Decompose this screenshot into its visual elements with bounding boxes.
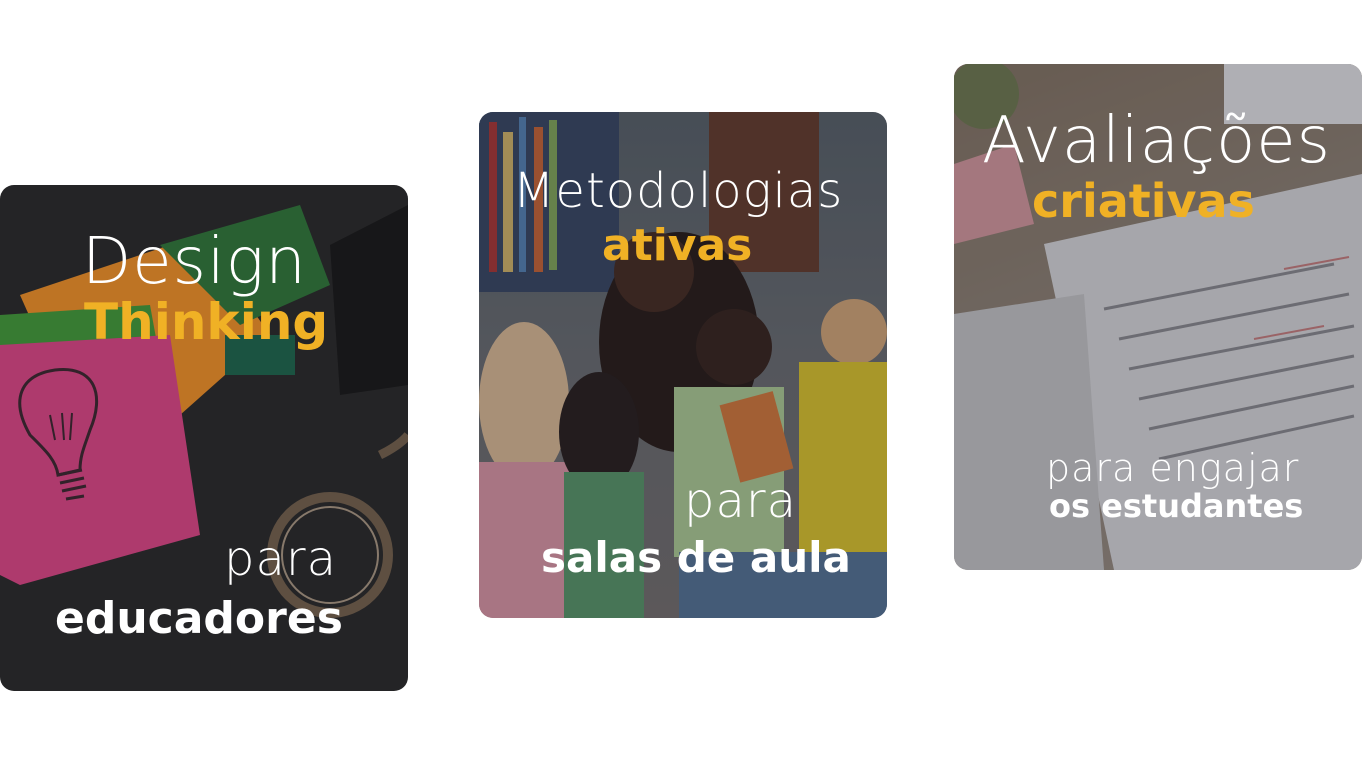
card-avaliacoes-criativas[interactable]: Avaliações criativas para engajar os est… <box>954 64 1362 570</box>
card-title-bold: ativas <box>602 220 753 271</box>
card-title-bold: criativas <box>1032 174 1255 228</box>
card-subtitle-light: para <box>224 531 338 587</box>
card-design-thinking[interactable]: Design Thinking para educadores <box>0 185 408 691</box>
card-subtitle-bold: salas de aula <box>541 533 851 582</box>
card-subtitle-bold: os estudantes <box>1049 487 1304 525</box>
card-title-light: Avaliações <box>982 104 1331 178</box>
card-title-light: Metodologias <box>513 163 844 219</box>
card-subtitle-light: para <box>684 473 798 529</box>
card-metodologias-ativas[interactable]: Metodologias ativas para salas de aula <box>479 112 887 618</box>
card-subtitle-light: para engajar <box>1046 446 1300 490</box>
card-title-bold: Thinking <box>84 293 329 351</box>
card-subtitle-bold: educadores <box>55 593 343 644</box>
card-title-light: Design <box>82 225 307 299</box>
